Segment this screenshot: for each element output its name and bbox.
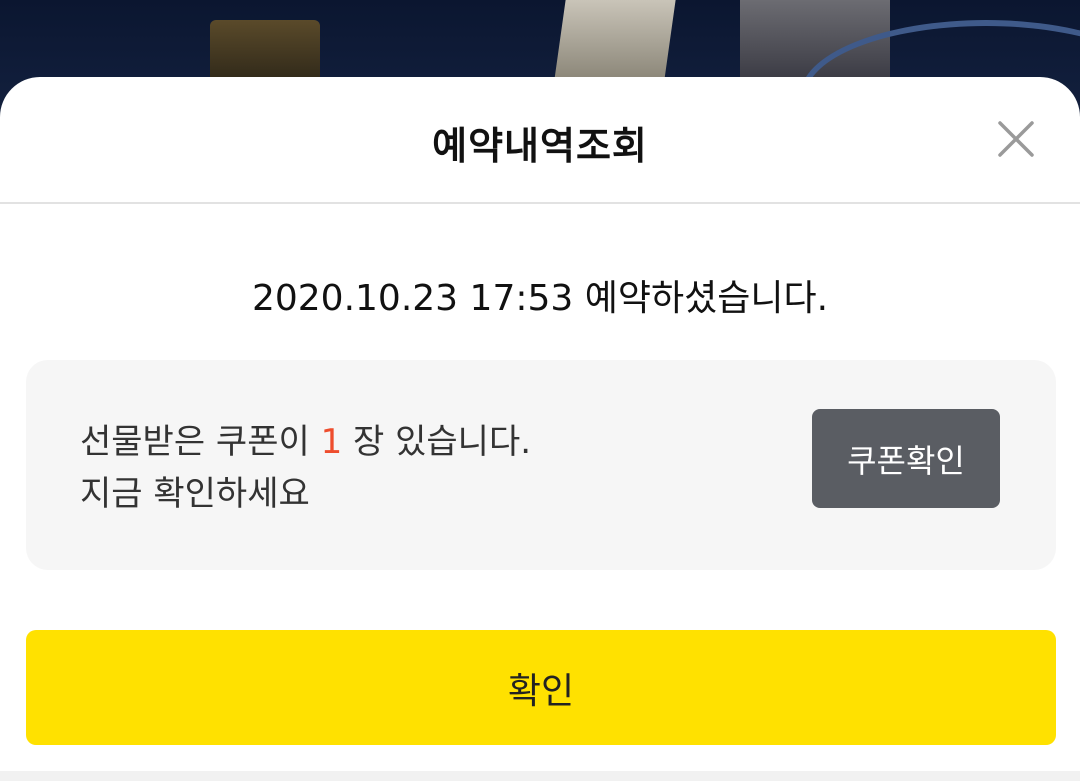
check-coupon-button[interactable]: 쿠폰확인 xyxy=(812,409,1000,508)
close-button[interactable] xyxy=(992,115,1040,163)
reservation-message: 2020.10.23 17:53 예약하셨습니다. xyxy=(251,278,829,319)
modal-title: 예약내역조회 xyxy=(432,124,648,168)
background-building xyxy=(554,0,676,80)
reservation-modal: 예약내역조회 2020.10.23 17:53 예약하셨습니다. 선물받은 쿠폰… xyxy=(0,77,1080,781)
modal-header: 예약내역조회 xyxy=(0,77,1080,204)
coupon-line-1: 선물받은 쿠폰이 1 장 있습니다. xyxy=(80,416,531,468)
coupon-panel: 선물받은 쿠폰이 1 장 있습니다. 지금 확인하세요 쿠폰확인 xyxy=(26,360,1056,570)
coupon-line-1-suffix: 장 있습니다. xyxy=(342,422,532,462)
screen: 예약내역조회 2020.10.23 17:53 예약하셨습니다. 선물받은 쿠폰… xyxy=(0,0,1080,781)
coupon-line-1-prefix: 선물받은 쿠폰이 xyxy=(80,422,321,462)
close-icon xyxy=(998,121,1034,157)
coupon-count: 1 xyxy=(320,422,343,462)
bottom-divider xyxy=(0,771,1080,781)
coupon-message: 선물받은 쿠폰이 1 장 있습니다. 지금 확인하세요 xyxy=(80,416,531,520)
confirm-button[interactable]: 확인 xyxy=(26,630,1056,745)
coupon-line-2: 지금 확인하세요 xyxy=(80,474,310,514)
